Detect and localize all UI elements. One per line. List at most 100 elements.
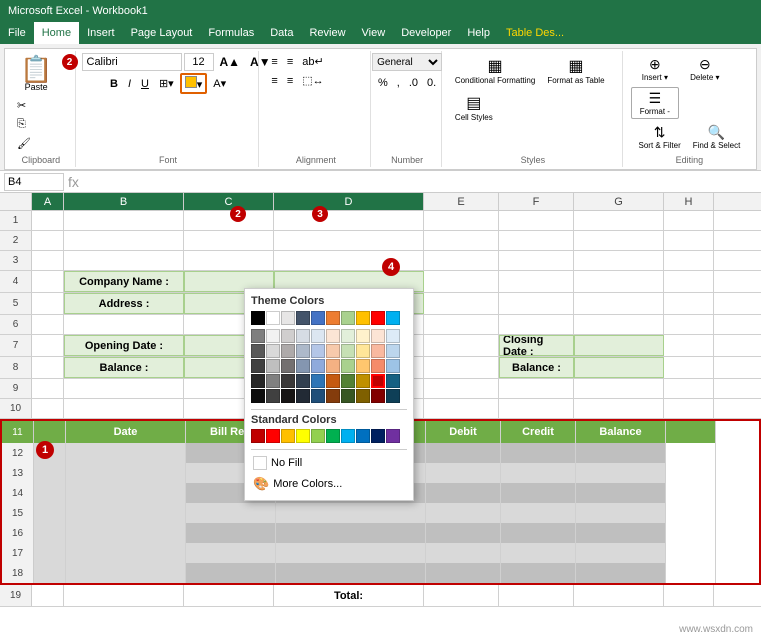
cell-e9[interactable] — [424, 379, 499, 398]
cell-h4[interactable] — [664, 271, 714, 292]
cell-d2[interactable] — [274, 231, 424, 250]
menu-file[interactable]: File — [0, 22, 34, 44]
std-swatch-purple[interactable] — [386, 429, 400, 443]
paste-button[interactable]: 📋 Paste — [13, 53, 59, 95]
shade-swatch[interactable] — [371, 389, 385, 403]
shade-swatch[interactable] — [386, 389, 400, 403]
format-button[interactable]: ☰ Format - — [631, 87, 679, 119]
cell-b17[interactable] — [66, 543, 186, 563]
shade-swatch[interactable] — [311, 329, 325, 343]
menu-data[interactable]: Data — [262, 22, 301, 44]
cell-a10[interactable] — [32, 399, 64, 418]
cell-f1[interactable] — [499, 211, 574, 230]
align-top-left[interactable]: ≡ — [267, 53, 281, 70]
cell-g11[interactable]: Balance — [576, 421, 666, 443]
shade-swatch[interactable] — [281, 374, 295, 388]
menu-page-layout[interactable]: Page Layout — [123, 22, 201, 44]
shade-swatch[interactable] — [356, 389, 370, 403]
cell-a11[interactable] — [34, 421, 66, 443]
more-colors-button[interactable]: 🎨 More Colors... — [251, 474, 407, 494]
cell-e2[interactable] — [424, 231, 499, 250]
color-swatch-light-gray[interactable] — [281, 311, 295, 325]
shade-swatch[interactable] — [326, 389, 340, 403]
align-left[interactable]: ≡ — [267, 72, 281, 89]
cell-f5[interactable] — [499, 293, 574, 314]
col-header-b[interactable]: B — [64, 193, 184, 210]
find-select-button[interactable]: 🔍 Find & Select — [688, 121, 746, 153]
cell-g1[interactable] — [574, 211, 664, 230]
cell-f16[interactable] — [501, 523, 576, 543]
font-size-input[interactable] — [184, 53, 214, 71]
cell-a13[interactable] — [34, 463, 66, 483]
cell-a9[interactable] — [32, 379, 64, 398]
cell-c16[interactable] — [186, 523, 276, 543]
shade-swatch[interactable] — [311, 344, 325, 358]
std-swatch-dark-blue[interactable] — [371, 429, 385, 443]
cell-g17[interactable] — [576, 543, 666, 563]
col-header-f[interactable]: F — [499, 193, 574, 210]
cell-d15[interactable] — [276, 503, 426, 523]
cell-a4[interactable] — [32, 271, 64, 292]
shade-swatch[interactable] — [296, 374, 310, 388]
cell-h12[interactable] — [666, 443, 716, 463]
font-increase-button[interactable]: A▲ — [216, 53, 245, 71]
shade-swatch[interactable] — [296, 329, 310, 343]
cell-e14[interactable] — [426, 483, 501, 503]
cell-styles-button[interactable]: ▤ Cell Styles — [450, 90, 498, 125]
shade-swatch[interactable] — [266, 374, 280, 388]
shade-swatch[interactable] — [266, 329, 280, 343]
cell-f7[interactable]: Closing Date : — [499, 335, 574, 356]
italic-button[interactable]: I — [124, 76, 135, 92]
menu-review[interactable]: Review — [301, 22, 353, 44]
shade-swatch[interactable] — [251, 344, 265, 358]
cell-h5[interactable] — [664, 293, 714, 314]
name-box[interactable] — [4, 173, 64, 191]
decimal-increase[interactable]: .0 — [405, 75, 422, 91]
menu-help[interactable]: Help — [459, 22, 498, 44]
color-swatch-red[interactable] — [371, 311, 385, 325]
cell-e16[interactable] — [426, 523, 501, 543]
cut-button[interactable]: ✂ — [13, 97, 35, 114]
color-swatch-white[interactable] — [266, 311, 280, 325]
menu-home[interactable]: Home — [34, 22, 79, 44]
col-header-e[interactable]: E — [424, 193, 499, 210]
shade-swatch[interactable] — [341, 389, 355, 403]
align-center[interactable]: ≡ — [283, 72, 297, 89]
cell-b15[interactable] — [66, 503, 186, 523]
cell-h7[interactable] — [664, 335, 714, 356]
shade-swatch[interactable] — [266, 389, 280, 403]
shade-swatch[interactable] — [326, 329, 340, 343]
cell-h3[interactable] — [664, 251, 714, 270]
cell-b8[interactable]: Balance : — [64, 357, 184, 378]
conditional-formatting-button[interactable]: ▦ Conditional Formatting — [450, 53, 540, 88]
menu-insert[interactable]: Insert — [79, 22, 123, 44]
menu-formulas[interactable]: Formulas — [200, 22, 262, 44]
cell-h19[interactable] — [664, 585, 714, 606]
cell-e8[interactable] — [424, 357, 499, 378]
shade-swatch[interactable] — [386, 329, 400, 343]
cell-g9[interactable] — [574, 379, 664, 398]
std-swatch-red[interactable] — [266, 429, 280, 443]
shade-swatch[interactable] — [341, 329, 355, 343]
cell-b2[interactable] — [64, 231, 184, 250]
col-header-a[interactable]: A — [32, 193, 64, 210]
font-name-input[interactable] — [82, 53, 182, 71]
col-header-d[interactable]: D — [274, 193, 424, 210]
copy-button[interactable]: ⎘ — [13, 116, 35, 133]
shade-swatch[interactable] — [296, 359, 310, 373]
cell-f17[interactable] — [501, 543, 576, 563]
shade-swatch[interactable] — [386, 374, 400, 388]
cell-e6[interactable] — [424, 315, 499, 334]
cell-g14[interactable] — [576, 483, 666, 503]
std-swatch-orange[interactable] — [281, 429, 295, 443]
cell-c17[interactable] — [186, 543, 276, 563]
shade-swatch[interactable] — [311, 389, 325, 403]
no-fill-button[interactable]: No Fill — [251, 454, 407, 472]
std-swatch-blue[interactable] — [356, 429, 370, 443]
comma-button[interactable]: , — [393, 75, 404, 91]
shade-swatch[interactable] — [296, 389, 310, 403]
cell-b5[interactable]: Address : — [64, 293, 184, 314]
cell-a14[interactable] — [34, 483, 66, 503]
cell-a3[interactable] — [32, 251, 64, 270]
cell-a17[interactable] — [34, 543, 66, 563]
